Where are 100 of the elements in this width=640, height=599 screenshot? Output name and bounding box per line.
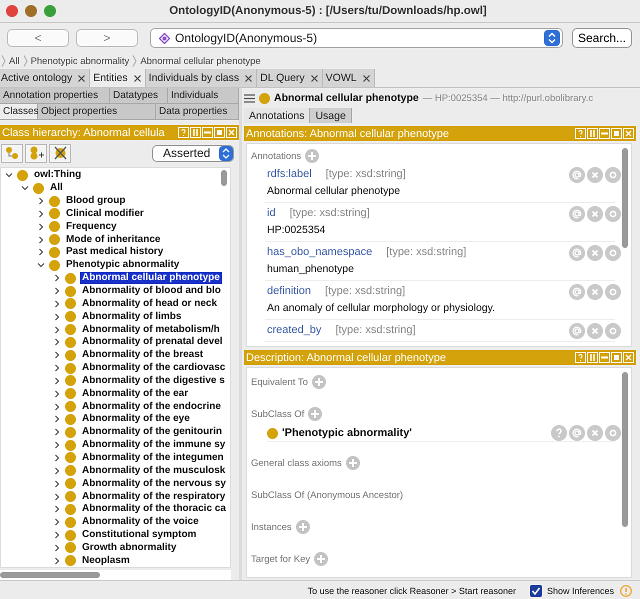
- chevron-right-icon[interactable]: [37, 248, 45, 256]
- scrollbar[interactable]: [221, 170, 227, 186]
- tree-item[interactable]: Past medical history: [64, 246, 166, 258]
- tree-item[interactable]: Abnormality of the breast: [80, 349, 206, 362]
- tree-item[interactable]: Abnormality of the ear: [80, 388, 190, 400]
- close-icon[interactable]: [362, 74, 370, 82]
- tree-item[interactable]: Blood group: [64, 195, 128, 208]
- annotate-icon[interactable]: [569, 284, 585, 300]
- split-icon[interactable]: [190, 127, 201, 138]
- hierarchy-view-select[interactable]: Asserted: [152, 144, 234, 162]
- add-icon[interactable]: [296, 520, 310, 534]
- help-icon[interactable]: [575, 128, 586, 139]
- scrollbar[interactable]: [622, 148, 628, 248]
- annotate-icon[interactable]: [569, 323, 585, 339]
- tree-item[interactable]: Abnormality of metabolism/h: [80, 324, 222, 336]
- subtab[interactable]: Classes: [0, 104, 38, 120]
- chevron-right-icon[interactable]: [53, 364, 61, 372]
- chevron-right-icon[interactable]: [53, 376, 61, 385]
- tab[interactable]: Usage: [310, 108, 352, 123]
- property-name[interactable]: created_by: [267, 324, 322, 336]
- tree-item[interactable]: Abnormal cellular phenotype: [80, 272, 222, 284]
- split-icon[interactable]: [587, 128, 598, 139]
- help-icon[interactable]: [575, 352, 586, 363]
- add-sibling-button[interactable]: [25, 144, 47, 162]
- property-name[interactable]: rdfs:label: [267, 168, 312, 180]
- tab[interactable]: Annotations: [244, 108, 310, 123]
- add-icon[interactable]: [305, 149, 320, 163]
- tab[interactable]: DL Query: [257, 69, 323, 87]
- annotate-icon[interactable]: [569, 206, 585, 222]
- chevron-right-icon[interactable]: [37, 222, 45, 231]
- tab[interactable]: Active ontology: [0, 69, 90, 87]
- tree-item[interactable]: Abnormality of the cardiovasc: [80, 362, 228, 374]
- add-icon[interactable]: [312, 375, 326, 389]
- menu-icon[interactable]: [244, 94, 255, 102]
- subtab[interactable]: Datatypes: [110, 88, 168, 104]
- chevron-right-icon[interactable]: [53, 390, 61, 398]
- maximize-icon[interactable]: [214, 127, 225, 138]
- chevron-right-icon[interactable]: [53, 531, 61, 540]
- chevron-right-icon[interactable]: [53, 428, 61, 436]
- search-button[interactable]: Search...: [572, 28, 632, 48]
- chevron-right-icon[interactable]: [53, 312, 61, 321]
- breadcrumb-item[interactable]: Abnormal cellular phenotype: [140, 56, 261, 66]
- delete-icon[interactable]: [587, 323, 603, 339]
- breadcrumb-item[interactable]: All: [9, 56, 20, 66]
- edit-icon[interactable]: [605, 425, 621, 441]
- minimize-icon[interactable]: [202, 127, 213, 138]
- tree-item[interactable]: Abnormality of the nervous sy: [80, 478, 228, 490]
- zoom-window-icon[interactable]: [44, 5, 56, 17]
- close-icon[interactable]: [245, 74, 252, 82]
- tree-item[interactable]: Neoplasm: [80, 554, 132, 567]
- edit-icon[interactable]: [605, 323, 621, 339]
- tree-item[interactable]: Abnormality of the respiratory: [80, 490, 228, 503]
- add-icon[interactable]: [308, 407, 322, 421]
- help-icon[interactable]: [551, 425, 567, 441]
- chevron-right-icon[interactable]: [53, 338, 61, 346]
- annotate-icon[interactable]: [569, 425, 585, 441]
- tree-item[interactable]: Abnormality of blood and blo: [80, 285, 223, 298]
- tree-item[interactable]: Abnormality of the digestive s: [80, 374, 227, 387]
- minimize-window-icon[interactable]: [25, 5, 37, 17]
- chevron-right-icon[interactable]: [53, 300, 61, 308]
- maximize-icon[interactable]: [611, 352, 622, 363]
- tree-item[interactable]: Phenotypic abnormality: [64, 259, 182, 272]
- chevron-right-icon[interactable]: [53, 287, 61, 296]
- subtab[interactable]: Annotation properties: [0, 88, 110, 104]
- chevron-right-icon[interactable]: [37, 197, 45, 206]
- tree-item[interactable]: Abnormality of the endocrine: [80, 400, 223, 413]
- chevron-right-icon[interactable]: [53, 326, 61, 334]
- delete-icon[interactable]: [587, 245, 603, 261]
- tree-item[interactable]: Constitutional symptom: [80, 529, 198, 542]
- chevron-right-icon[interactable]: [53, 441, 61, 450]
- tree-item[interactable]: Abnormality of the integumen: [80, 452, 226, 464]
- tree-item[interactable]: Frequency: [64, 220, 119, 233]
- tree-item[interactable]: Abnormality of limbs: [80, 310, 184, 323]
- subtab[interactable]: Data properties: [156, 104, 239, 120]
- chevron-right-icon[interactable]: [53, 351, 61, 360]
- close-icon[interactable]: [78, 74, 86, 82]
- subtab[interactable]: Individuals: [168, 88, 239, 104]
- checkbox-icon[interactable]: [530, 585, 542, 597]
- tree-item[interactable]: Abnormality of the eye: [80, 413, 192, 426]
- stepper-icon[interactable]: [219, 146, 233, 160]
- chevron-right-icon[interactable]: [53, 454, 61, 462]
- annotate-icon[interactable]: [569, 167, 585, 183]
- chevron-right-icon[interactable]: [53, 556, 61, 565]
- ontology-selector[interactable]: OntologyID(Anonymous-5): [150, 28, 563, 48]
- chevron-right-icon[interactable]: [53, 518, 61, 526]
- property-name[interactable]: id: [267, 207, 276, 219]
- chevron-down-icon[interactable]: [5, 171, 13, 180]
- tree-item[interactable]: Abnormality of the musculosk: [80, 464, 228, 477]
- chevron-right-icon[interactable]: [53, 492, 61, 501]
- tree-item[interactable]: All: [48, 182, 65, 194]
- tree-item[interactable]: Abnormality of the genitourin: [80, 426, 224, 438]
- forward-button[interactable]: >: [76, 29, 138, 47]
- add-icon[interactable]: [346, 456, 360, 470]
- tab[interactable]: Individuals by class: [146, 69, 258, 87]
- chevron-down-icon[interactable]: [37, 261, 45, 270]
- class-expression[interactable]: 'Phenotypic abnormality': [282, 427, 412, 439]
- edit-icon[interactable]: [605, 206, 621, 222]
- chevron-right-icon[interactable]: [53, 402, 61, 411]
- chevron-down-icon[interactable]: [21, 184, 29, 192]
- add-icon[interactable]: [314, 552, 328, 566]
